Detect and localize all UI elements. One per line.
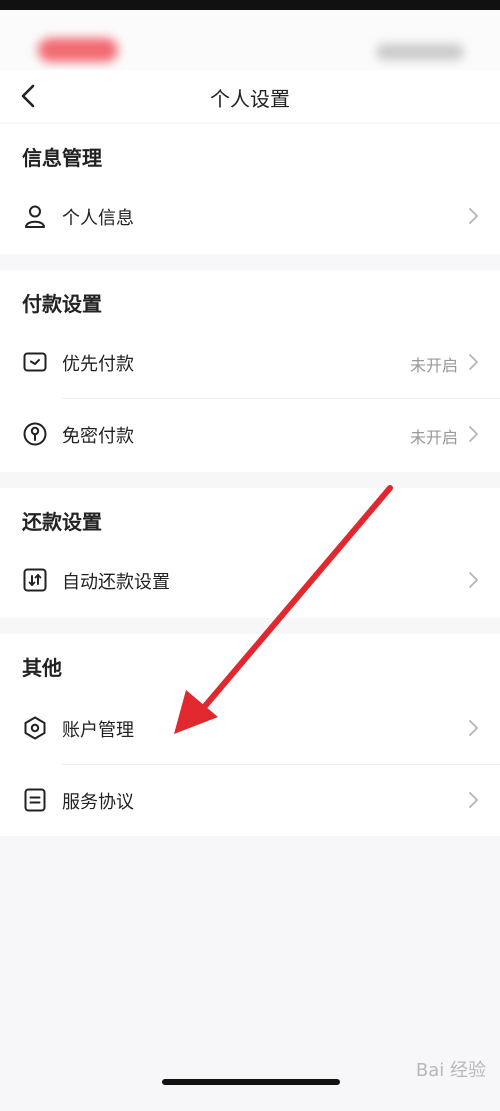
- document-icon: [22, 787, 48, 813]
- section-repayment-settings: 还款设置 自动还款设置: [0, 488, 500, 618]
- chevron-right-icon: [466, 791, 480, 809]
- chevron-right-icon: [466, 425, 480, 443]
- page-title: 个人设置: [210, 87, 290, 111]
- section-other: 其他 账户管理 服务协议: [0, 634, 500, 836]
- section-info-management: 信息管理 个人信息: [0, 124, 500, 254]
- chevron-right-icon: [466, 571, 480, 589]
- row-label: 自动还款设置: [62, 572, 170, 593]
- row-label: 个人信息: [62, 208, 134, 229]
- row-label: 服务协议: [62, 792, 134, 813]
- section-title: 付款设置: [22, 292, 102, 316]
- repay-icon: [22, 567, 48, 593]
- section-title: 还款设置: [22, 510, 102, 534]
- key-icon: [22, 421, 48, 447]
- nav-header: 个人设置: [0, 70, 500, 122]
- chevron-right-icon: [466, 353, 480, 371]
- row-status-value: 未开启: [409, 356, 458, 375]
- settings-row-auto-repayment[interactable]: 自动还款设置: [0, 548, 500, 612]
- row-divider: [62, 764, 500, 765]
- chevron-right-icon: [466, 719, 480, 737]
- row-label: 免密付款: [62, 426, 134, 447]
- settings-row-priority-payment[interactable]: 优先付款 未开启: [0, 330, 500, 394]
- row-divider: [62, 398, 500, 399]
- section-payment-settings: 付款设置 优先付款 未开启 免密付款 未开启: [0, 270, 500, 472]
- home-indicator[interactable]: [162, 1079, 340, 1085]
- row-label: 账户管理: [62, 720, 134, 741]
- hexagon-icon: [22, 715, 48, 741]
- card-icon: [22, 349, 48, 375]
- section-title: 其他: [22, 656, 62, 680]
- status-bar-left-blurred: [38, 38, 118, 62]
- status-bar-right-blurred: [376, 44, 464, 60]
- settings-row-password-free-payment[interactable]: 免密付款 未开启: [0, 402, 500, 466]
- section-title: 信息管理: [22, 146, 102, 170]
- top-edge: [0, 0, 500, 10]
- settings-row-account-management[interactable]: 账户管理: [0, 696, 500, 760]
- watermark-logo: Bai 经验: [415, 1060, 486, 1081]
- settings-row-service-agreement[interactable]: 服务协议: [0, 768, 500, 832]
- row-status-value: 未开启: [409, 428, 458, 447]
- settings-row-personal-info[interactable]: 个人信息: [0, 184, 500, 248]
- person-icon: [22, 203, 48, 229]
- status-bar: [0, 10, 500, 70]
- row-label: 优先付款: [62, 354, 134, 375]
- chevron-right-icon: [466, 207, 480, 225]
